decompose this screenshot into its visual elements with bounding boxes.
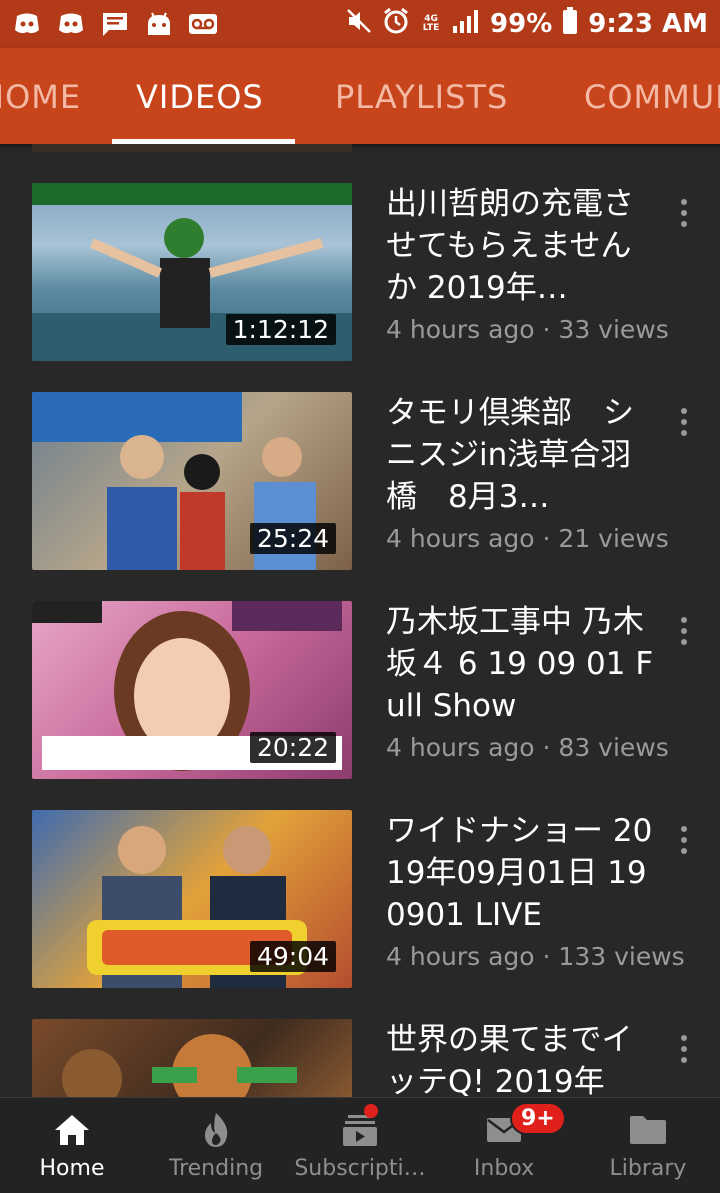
video-thumbnail[interactable]: 1:12:12 [32, 183, 352, 361]
discord-icon-2 [56, 10, 86, 38]
video-duration: 1:12:12 [225, 314, 336, 345]
folder-icon [628, 1110, 668, 1150]
channel-tab-bar: HOME VIDEOS PLAYLISTS COMMUNITY [0, 48, 720, 144]
video-duration: 25:24 [249, 523, 336, 554]
nav-subscriptions-label: Subscripti… [294, 1156, 426, 1181]
nav-inbox[interactable]: 9+ Inbox [432, 1098, 576, 1193]
nav-subscriptions[interactable]: Subscripti… [288, 1098, 432, 1193]
android-icon [144, 10, 174, 38]
more-options-icon[interactable] [670, 193, 698, 233]
nav-library[interactable]: Library [576, 1098, 720, 1193]
status-bar: 4G LTE 99% 9:23 AM [0, 0, 720, 48]
video-title[interactable]: ワイドナショー 2019年09月01日 190901 LIVE [386, 810, 656, 936]
nav-inbox-label: Inbox [473, 1156, 535, 1181]
more-options-icon[interactable] [670, 820, 698, 860]
tab-community[interactable]: COMMUNITY [584, 78, 720, 116]
home-icon [52, 1110, 92, 1150]
discord-icon [12, 10, 42, 38]
mute-icon [346, 8, 372, 41]
more-options-icon[interactable] [670, 1029, 698, 1069]
nav-trending-label: Trending [168, 1156, 264, 1181]
video-item[interactable]: 25:24 タモリ倶楽部 シニスジin浅草合羽橋 8月3… 4 hours ag… [0, 392, 720, 592]
new-content-dot [364, 1104, 378, 1118]
signal-icon [452, 8, 480, 41]
video-item[interactable]: 20:22 乃木坂工事中 乃木坂４ 6 19 09 01 Full Show 4… [0, 601, 720, 801]
clock: 9:23 AM [588, 9, 708, 39]
video-thumbnail[interactable]: 25:24 [32, 392, 352, 570]
nav-trending[interactable]: Trending [144, 1098, 288, 1193]
inbox-badge: 9+ [510, 1102, 566, 1135]
video-item[interactable]: 1:12:12 出川哲朗の充電させてもらえませんか 2019年… 4 hours… [0, 183, 720, 383]
video-title[interactable]: 世界の果てまでイッテQ! 2019年 [386, 1019, 656, 1097]
bottom-navigation: Home Trending Subscripti… 9+ Inbox Libra… [0, 1097, 720, 1193]
voicemail-icon [188, 10, 218, 38]
battery-icon [562, 6, 578, 42]
message-icon [100, 10, 130, 38]
tab-playlists[interactable]: PLAYLISTS [335, 78, 508, 116]
nav-home[interactable]: Home [0, 1098, 144, 1193]
video-meta: 4 hours ago · 33 views [386, 315, 669, 344]
nav-library-label: Library [609, 1156, 687, 1181]
network-label: 4G LTE [422, 14, 440, 33]
previous-thumbnail [32, 144, 352, 152]
tab-home[interactable]: HOME [0, 78, 81, 116]
video-thumbnail[interactable]: 20:22 [32, 601, 352, 779]
video-meta: 4 hours ago · 21 views [386, 524, 669, 553]
video-meta: 4 hours ago · 83 views [386, 733, 669, 762]
battery-percent: 99% [490, 9, 553, 39]
video-meta: 4 hours ago · 133 views [386, 942, 685, 971]
video-title[interactable]: タモリ倶楽部 シニスジin浅草合羽橋 8月3… [386, 392, 656, 518]
video-item[interactable]: 49:04 ワイドナショー 2019年09月01日 190901 LIVE 4 … [0, 810, 720, 1010]
video-thumbnail[interactable]: 49:04 [32, 810, 352, 988]
video-title[interactable]: 乃木坂工事中 乃木坂４ 6 19 09 01 Full Show [386, 601, 656, 727]
video-duration: 49:04 [249, 941, 336, 972]
video-item[interactable]: 世界の果てまでイッテQ! 2019年 [0, 1019, 720, 1097]
tab-videos[interactable]: VIDEOS [136, 78, 264, 116]
flame-icon [196, 1110, 236, 1150]
video-duration: 20:22 [249, 732, 336, 763]
more-options-icon[interactable] [670, 611, 698, 651]
video-title[interactable]: 出川哲朗の充電させてもらえませんか 2019年… [386, 183, 656, 309]
nav-home-label: Home [39, 1156, 105, 1181]
alarm-icon [382, 7, 410, 42]
more-options-icon[interactable] [670, 402, 698, 442]
video-thumbnail[interactable] [32, 1019, 352, 1097]
video-list[interactable]: 1:12:12 出川哲朗の充電させてもらえませんか 2019年… 4 hours… [0, 144, 720, 1097]
